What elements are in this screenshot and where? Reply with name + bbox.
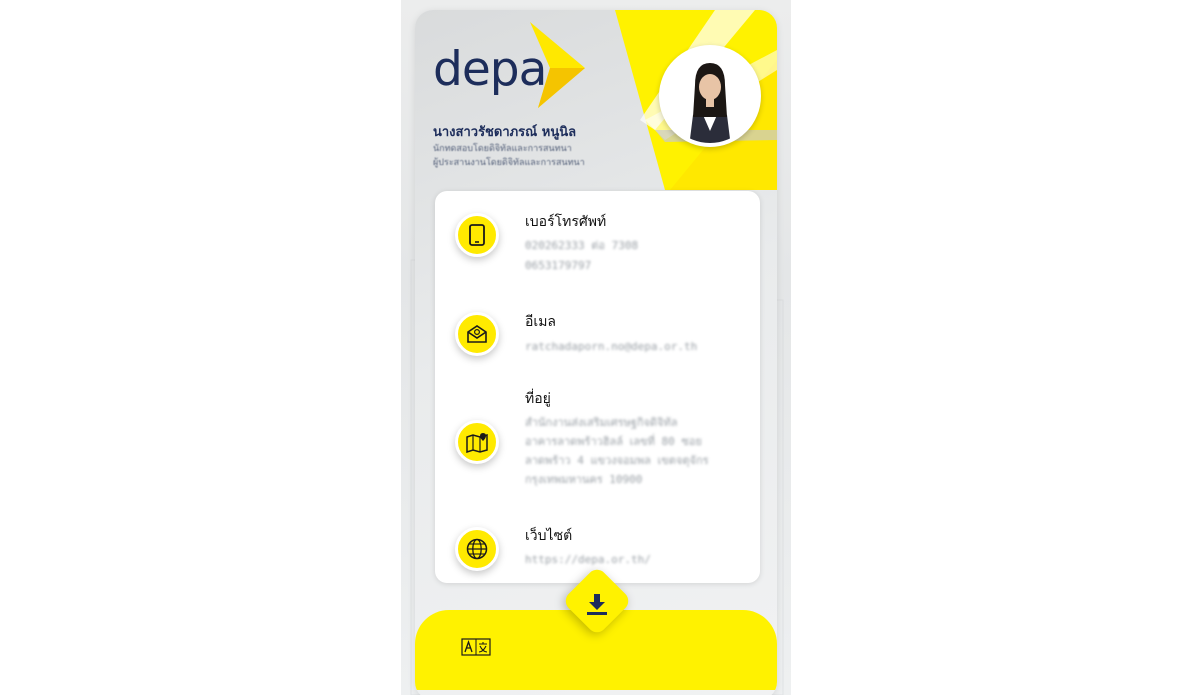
phone-screen: depa นางสาวรัชดาภรณ์ หนูนิล นักทดสอบโดยด… [401, 0, 791, 695]
person-role-line2: ผู้ประสานงานโดยดิจิทัลและการสนทนา [433, 158, 585, 168]
address-icon-badge [455, 420, 499, 464]
address-line-4: กรุงเทพมหานคร 10900 [525, 473, 643, 486]
avatar-photo [663, 49, 757, 143]
avatar [659, 45, 761, 147]
globe-icon [466, 538, 488, 560]
website-label: เว็บไซต์ [525, 528, 573, 544]
map-pin-icon [466, 433, 488, 453]
website-value[interactable]: https://depa.or.th/ [525, 550, 651, 569]
phone-label: เบอร์โทรศัพท์ [525, 214, 607, 230]
email-label: อีเมล [525, 314, 557, 330]
address-line-3: ลาดพร้าว 4 แขวงจอมพล เขตจตุจักร [525, 454, 709, 467]
address-line-2: อาคารลาดพร้าวฮิลล์ เลขที่ 80 ซอย [525, 435, 702, 448]
website-icon-badge [455, 527, 499, 571]
address-line-1: สำนักงานส่งเสริมเศรษฐกิจดิจิทัล [525, 416, 678, 429]
phone-value-2[interactable]: 0653179797 [525, 256, 591, 275]
address-label: ที่อยู่ [525, 391, 551, 407]
download-icon[interactable] [584, 591, 610, 617]
email-icon [467, 325, 487, 343]
phone-value-1[interactable]: 020262333 ต่อ 7308 [525, 236, 638, 255]
business-card: depa นางสาวรัชดาภรณ์ หนูนิล นักทดสอบโดยด… [415, 10, 777, 695]
email-icon-badge [455, 312, 499, 356]
person-name: นางสาวรัชดาภรณ์ หนูนิล [433, 125, 577, 140]
logo-bird-icon [530, 22, 585, 108]
translate-icon[interactable] [461, 638, 491, 656]
smartphone-icon [469, 224, 485, 246]
phone-icon-badge [455, 213, 499, 257]
contact-panel: เบอร์โทรศัพท์ 020262333 ต่อ 7308 0653179… [435, 191, 760, 583]
email-value[interactable]: ratchadaporn.no@depa.or.th [525, 337, 697, 356]
person-role-line1: นักทดสอบโดยดิจิทัลและการสนทนา [433, 144, 572, 154]
